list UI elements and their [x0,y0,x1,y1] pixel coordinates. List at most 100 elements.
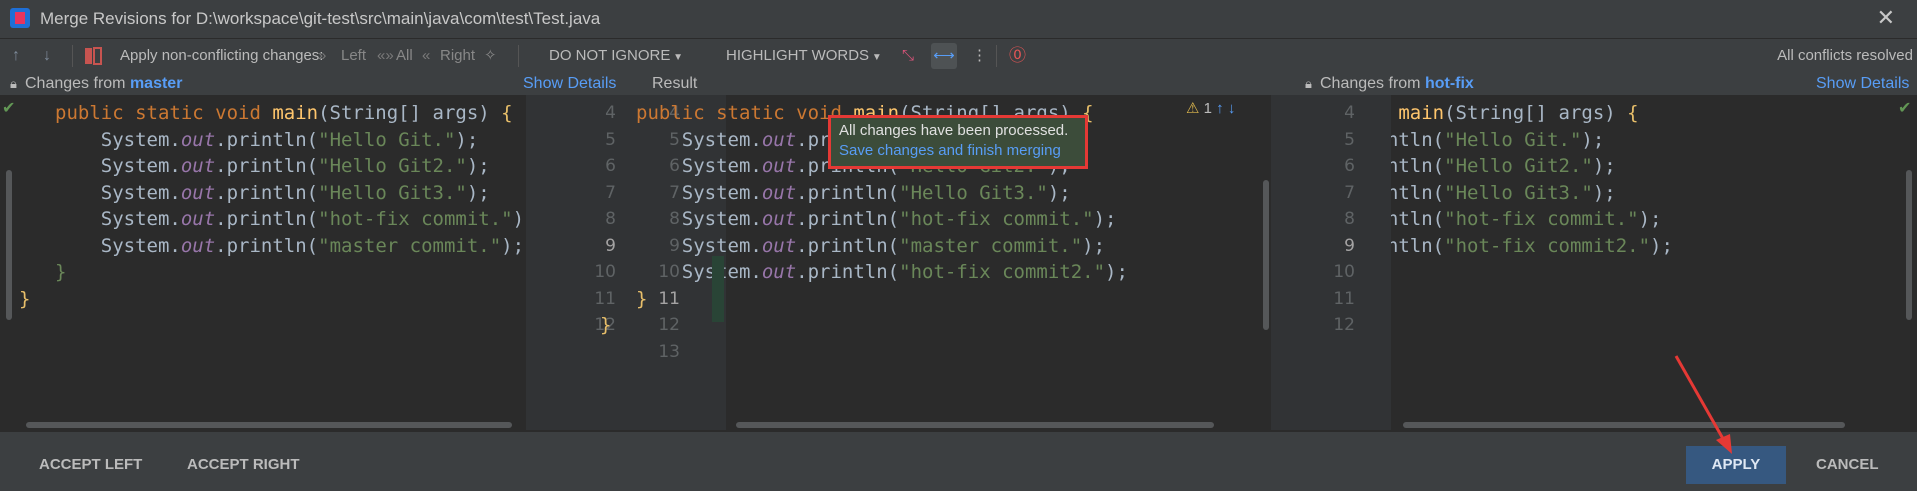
merge-toolbar: ↑ ↓ Apply non-conflicting changes: » Lef… [0,39,1917,73]
code-token: public static void [636,102,854,124]
warning-count: 1 [1203,100,1212,117]
highlight-mode-value: HIGHLIGHT WORDS [726,47,870,64]
code-token: out [180,155,216,177]
result-vertical-scrollbar[interactable] [1263,180,1269,330]
code-line: System.out.println("master commit."); [55,230,524,262]
more-options-icon[interactable]: ⋮ [972,39,987,73]
close-icon[interactable]: ✕ [1877,6,1895,31]
apply-all-button[interactable]: All [396,39,413,73]
apply-right-icon[interactable]: « [422,39,430,73]
code-line: } [600,309,611,341]
code-token: "hot-fix commit." [899,208,1094,230]
code-token: out [180,128,216,151]
code-token: ); [1581,128,1605,151]
code-token: System. [636,155,762,177]
left-vertical-scrollbar[interactable] [6,170,12,320]
code-token: out [180,181,216,204]
code-token: out [761,155,797,177]
sync-scroll-icon[interactable]: ⟷ [931,43,957,69]
code-line: System.out.println("hot-fix commit2."); [1391,230,1673,262]
code-token: System. [636,128,762,151]
collapse-unchanged-icon[interactable]: ⤡ [902,39,914,73]
previous-difference-icon[interactable]: ↑ [12,39,20,73]
result-pane-title: Result [652,75,698,92]
code-token: .println( [215,128,319,151]
code-token: ); [1638,208,1662,230]
code-token: ); [1592,181,1616,204]
prev-highlight-icon[interactable]: ↑ [1216,100,1224,117]
left-pane-title: Changes from master [25,73,182,95]
code-line: } [55,256,66,288]
right-vertical-scrollbar[interactable] [1906,170,1912,320]
code-line: } [19,283,30,315]
next-difference-icon[interactable]: ↓ [43,39,51,73]
code-token: ); [501,234,525,257]
code-token: "master commit." [899,234,1083,257]
save-and-finish-link[interactable]: Save changes and finish merging [839,142,1077,159]
next-highlight-icon[interactable]: ↓ [1228,100,1236,117]
result-horizontal-scrollbar[interactable] [736,422,1214,428]
code-token: System. [636,208,762,230]
apply-left-icon[interactable]: » [318,39,326,73]
code-token: "Hello Git." [1444,128,1582,151]
ignore-whitespace-dropdown[interactable]: DO NOT IGNORE ▼ [549,39,683,73]
conflict-marker-icon[interactable] [84,39,102,73]
code-token: "master commit." [318,234,502,257]
code-token: "hot-fix commit2." [1444,234,1651,257]
code-token: "Hello Git2." [318,155,467,177]
merge-complete-tooltip: All changes have been processed. Save ch… [828,115,1088,169]
code-token: .println( [1391,208,1445,230]
code-token: .println( [215,155,319,177]
code-token: System. [55,181,181,204]
bottom-action-bar: ACCEPT LEFT ACCEPT RIGHT APPLY CANCEL [0,431,1917,491]
code-token: ); [455,128,479,151]
code-token: System. [636,234,762,257]
code-token: } [600,314,612,336]
cancel-button[interactable]: CANCEL [1816,446,1879,484]
window-title: Merge Revisions for D:\workspace\git-tes… [40,9,601,28]
apply-left-button[interactable]: Left [341,39,366,73]
code-token: ) [512,208,525,230]
apply-non-conflicting-label: Apply non-conflicting changes: [120,47,324,64]
accept-right-button[interactable]: ACCEPT RIGHT [187,446,300,484]
help-icon[interactable]: ⓪ [1009,39,1026,73]
code-token: main [1398,102,1445,124]
right-gutter: 4 5 6 7 8 9 10 11 12 [1271,95,1391,430]
left-branch-name: master [129,75,183,92]
right-editor[interactable]: public static void main(String[] args) {… [1391,95,1917,430]
code-token: .println( [796,208,900,230]
code-token: "Hello Git2." [1444,155,1593,177]
code-token: out [761,128,797,151]
apply-right-button[interactable]: Right [440,39,475,73]
accept-left-button[interactable]: ACCEPT LEFT [39,446,142,484]
pane-headers: 🔒︎ Changes from master Show Details Resu… [0,73,1917,95]
left-header-prefix: Changes from [25,75,126,92]
left-editor[interactable]: public static void main(String[] args) {… [0,95,526,430]
code-token: "hot-fix commit." [318,208,513,230]
right-horizontal-scrollbar[interactable] [1403,422,1845,428]
right-show-details-link[interactable]: Show Details [1816,73,1909,95]
left-show-details-link[interactable]: Show Details [523,73,616,95]
highlight-dropdown[interactable]: HIGHLIGHT WORDS ▼ [726,39,882,73]
code-token: ); [1093,208,1117,230]
line-number: 12 [1333,315,1355,335]
apply-all-icon[interactable]: «» [377,39,394,73]
code-token: out [761,261,797,283]
code-token: main [272,102,319,124]
chevron-down-icon: ▼ [670,52,684,63]
code-token: ); [1592,155,1616,177]
code-token: "Hello Git3." [1444,181,1593,204]
code-token: out [761,234,797,257]
change-marker [712,256,724,322]
inspection-widget[interactable]: ⚠ 1 ↑ ↓ [1186,99,1235,117]
magic-resolve-icon[interactable]: ✧ [484,39,497,73]
code-token: out [761,208,797,230]
code-token: .println( [1391,181,1445,204]
code-token: .println( [796,234,900,257]
left-horizontal-scrollbar[interactable] [26,422,512,428]
merge-status: All conflicts resolved [1777,47,1913,64]
code-token: "hot-fix commit." [1444,208,1639,230]
code-token: out [180,208,216,230]
code-token: System. [636,261,762,283]
title-bar: Merge Revisions for D:\workspace\git-tes… [0,0,1917,39]
